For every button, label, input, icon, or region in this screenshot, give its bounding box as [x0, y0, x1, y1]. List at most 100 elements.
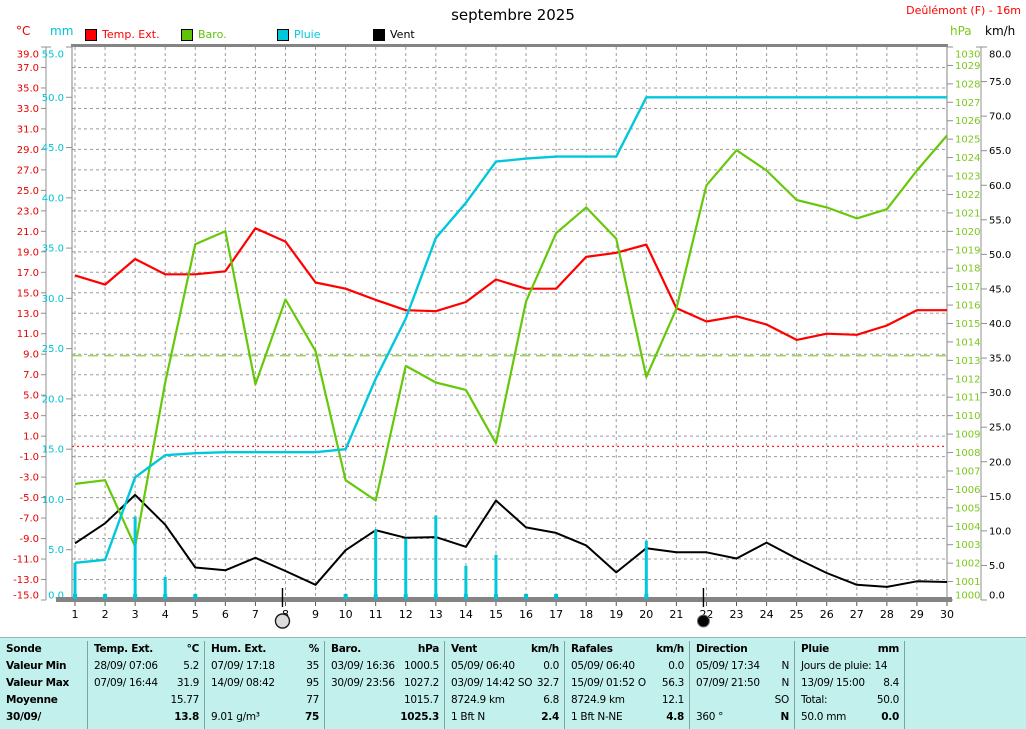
axis-tick-label-baro: 1016	[955, 301, 980, 312]
x-axis-day-label: 23	[730, 608, 744, 621]
stats-cell: Sonde	[6, 641, 82, 658]
axis-tick-label-wind: 20.0	[989, 457, 1011, 468]
stats-cell: 13/09/ 15:008.4	[801, 675, 899, 692]
axis-tick-label-baro: 1015	[955, 319, 980, 330]
stats-cell-label: 05/09/ 06:40	[451, 658, 515, 675]
stats-filler	[905, 641, 1026, 729]
x-axis-day-label: 28	[880, 608, 894, 621]
x-axis-day-label: 10	[339, 608, 353, 621]
x-axis-day-label: 17	[549, 608, 563, 621]
stats-cell-label: 8724.9 km	[571, 692, 625, 709]
stats-column-4: Ventkm/h05/09/ 06:400.003/09/ 14:42 SO32…	[445, 641, 565, 729]
stats-cell-label: 28/09/ 07:06	[94, 658, 158, 675]
x-axis-day-label: 13	[429, 608, 443, 621]
x-axis-day-label: 11	[369, 608, 383, 621]
axis-tick-label-rain: 40.0	[42, 193, 64, 204]
stats-cell: 07/09/ 21:50N	[696, 675, 789, 692]
stats-cell: 77	[211, 692, 319, 709]
axis-tick-label-wind: 45.0	[989, 284, 1011, 295]
stats-cell-value: 1015.7	[404, 692, 439, 709]
axis-tick-label-rain: 45.0	[42, 143, 64, 154]
stats-cell-label: 50.0 mm	[801, 709, 846, 726]
rain-bar	[645, 541, 648, 599]
axis-tick-label-wind: 80.0	[989, 50, 1011, 61]
stats-cell-label: 03/09/ 14:42 SO	[451, 675, 532, 692]
axis-tick-label-baro: 1005	[955, 503, 980, 514]
axis-tick-label-temp: 27.0	[17, 165, 39, 176]
stats-cell: Total:50.0	[801, 692, 899, 709]
axis-tick-label-baro: 1019	[955, 245, 980, 256]
axis-tick-label-baro: 1023	[955, 172, 980, 183]
stats-cell: Valeur Min	[6, 658, 82, 675]
x-axis-day-label: 4	[162, 608, 169, 621]
axis-tick-label-rain: 55.0	[42, 50, 64, 61]
rain-bar	[434, 516, 437, 599]
stats-cell-value: N	[781, 675, 789, 692]
axis-tick-label-baro: 1022	[955, 190, 980, 201]
axis-tick-label-temp: 23.0	[17, 206, 39, 217]
stats-cell: 15.77	[94, 692, 199, 709]
stats-cell-label: 07/09/ 16:44	[94, 675, 158, 692]
stats-cell-value: 35	[306, 658, 319, 675]
stats-cell-label: 9.01 g/m³	[211, 709, 260, 726]
axis-tick-label-temp: -13.0	[13, 575, 39, 586]
axis-tick-label-temp: 37.0	[17, 63, 39, 74]
axis-tick-label-baro: 1002	[955, 559, 980, 570]
axis-tick-label-baro: 1000	[955, 591, 980, 602]
axis-tick-label-baro: 1025	[955, 135, 980, 146]
axis-tick-label-baro: 1008	[955, 448, 980, 459]
stats-column-3: Baro.hPa03/09/ 16:361000.530/09/ 23:5610…	[325, 641, 445, 729]
axis-tick-label-baro: 1028	[955, 79, 980, 90]
axis-tick-label-temp: 29.0	[17, 145, 39, 156]
axis-tick-label-baro: 1001	[955, 577, 980, 588]
stats-cell-value: 31.9	[177, 675, 199, 692]
axis-tick-label-baro: 1029	[955, 61, 980, 72]
stats-cell: 07/09/ 17:1835	[211, 658, 319, 675]
stats-cell: 03/09/ 16:36 1000.5	[331, 658, 439, 675]
stats-cell-value: 0.0	[668, 658, 684, 675]
stats-cell: Valeur Max	[6, 675, 82, 692]
stats-cell-value: hPa	[418, 641, 439, 658]
rain-bar	[464, 566, 467, 599]
stats-cell-value: 0.0	[543, 658, 559, 675]
x-axis-day-label: 26	[820, 608, 834, 621]
axis-tick-label-temp: 31.0	[17, 124, 39, 135]
axis-tick-label-temp: 17.0	[17, 268, 39, 279]
stats-cell: 8724.9 km6.8	[451, 692, 559, 709]
stats-cell-label: 360 °	[696, 709, 723, 726]
axis-tick-label-temp: 5.0	[23, 391, 39, 402]
rain-bar	[555, 598, 558, 599]
stats-cell-label: 03/09/ 16:36	[331, 658, 395, 675]
axis-tick-label-temp: -9.0	[19, 534, 39, 545]
axis-tick-label-wind: 60.0	[989, 181, 1011, 192]
stats-cell-label: Valeur Max	[6, 675, 69, 692]
stats-cell: 8724.9 km12.1	[571, 692, 684, 709]
stats-cell-label: Direction	[696, 641, 747, 658]
stats-cell-label: 30/09/ 23:56	[331, 675, 395, 692]
x-axis-day-label: 6	[222, 608, 229, 621]
axis-tick-label-temp: 7.0	[23, 370, 39, 381]
axis-tick-label-baro: 1024	[955, 153, 980, 164]
stats-cell-value: 1000.5	[404, 658, 439, 675]
stats-cell-label: Sonde	[6, 641, 41, 658]
stats-cell: Jours de pluie: 14	[801, 658, 899, 675]
axis-tick-label-rain: 10.0	[42, 495, 64, 506]
stats-cell-value: 15.77	[170, 692, 199, 709]
axis-tick-label-temp: 35.0	[17, 83, 39, 94]
x-axis-bar	[56, 597, 952, 602]
rain-bar	[164, 577, 167, 599]
x-axis-day-label: 29	[910, 608, 924, 621]
axis-tick-label-baro: 1027	[955, 98, 980, 109]
axis-tick-label-baro: 1018	[955, 264, 980, 275]
stats-cell-label: Jours de pluie: 14	[801, 658, 887, 675]
weather-chart: 39.037.035.033.031.029.027.025.023.021.0…	[0, 0, 1026, 637]
stats-cell-value: 32.7	[537, 675, 559, 692]
axis-tick-label-rain: 25.0	[42, 344, 64, 355]
x-axis-day-label: 2	[102, 608, 109, 621]
stats-cell: 9.01 g/m³75	[211, 709, 319, 726]
axis-tick-label-temp: -11.0	[13, 555, 39, 566]
axis-tick-label-wind: 65.0	[989, 146, 1011, 157]
x-axis-day-label: 14	[459, 608, 473, 621]
axis-tick-label-temp: -3.0	[19, 473, 39, 484]
axis-tick-label-rain: 20.0	[42, 394, 64, 405]
